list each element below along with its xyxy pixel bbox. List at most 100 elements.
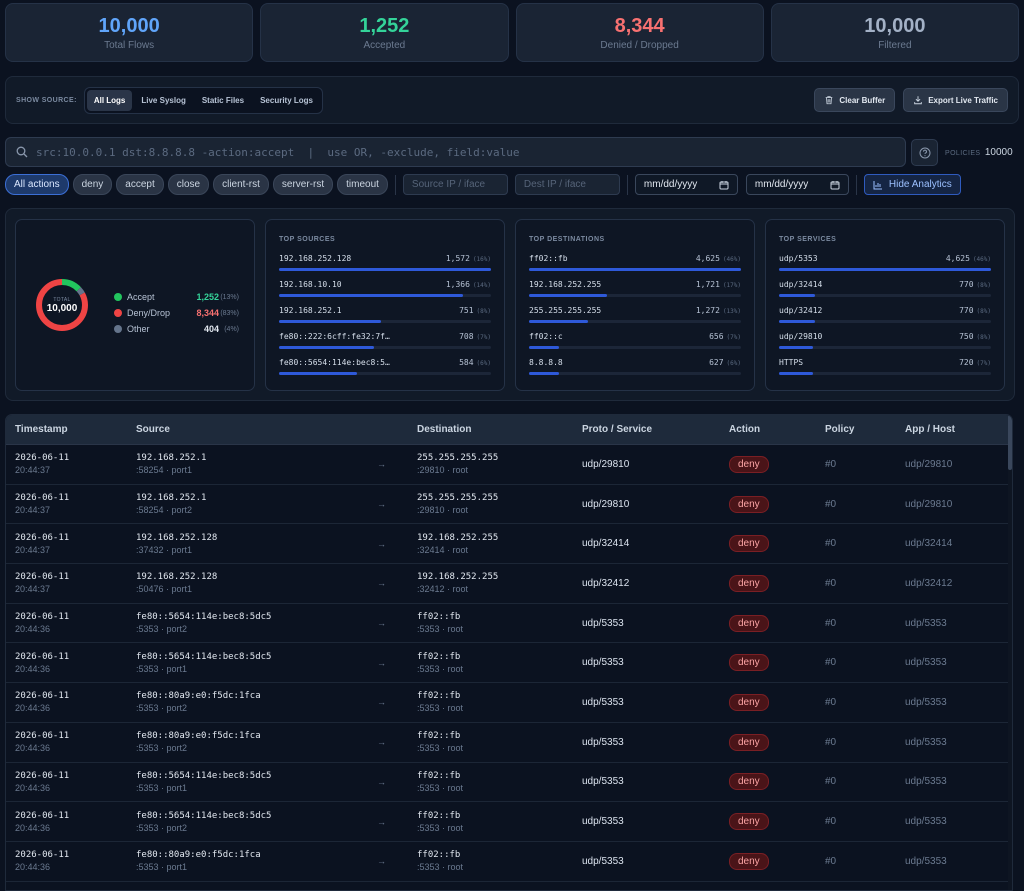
segment-all-logs[interactable]: All Logs: [86, 89, 133, 111]
chip-accept[interactable]: accept: [116, 174, 164, 195]
row-time: 20:44:37: [15, 584, 51, 595]
cell-source: fe80::80a9:e0:f5dc:1fca:5353 · port1: [127, 849, 368, 873]
date-to-input[interactable]: mm/dd/yyyy: [745, 174, 849, 195]
row-bar-fill: [779, 346, 813, 349]
cell-proto: udp/5353: [582, 736, 624, 748]
row-source-ip: 192.168.252.1: [136, 453, 207, 464]
row-dest-port: :5353 · root: [417, 663, 464, 674]
legend-pct: (4%): [224, 325, 239, 333]
stat-label: Total Flows: [104, 39, 155, 51]
arrow-icon: →: [377, 459, 386, 470]
chip-all-actions[interactable]: All actions: [5, 174, 69, 195]
row-time: 20:44:37: [15, 544, 51, 555]
row-pct: (46%): [972, 256, 991, 263]
cell-app-host: udp/29810: [905, 498, 953, 510]
top-list-row[interactable]: 192.168.252.128 1,572 (16%): [279, 254, 491, 276]
segment-static-files[interactable]: Static Files: [195, 90, 251, 111]
header-timestamp[interactable]: Timestamp: [6, 424, 127, 435]
cell-destination: ff02::fb:5353 · root: [408, 770, 573, 794]
row-source-port: :58254 · port1: [136, 465, 193, 476]
top-list-row[interactable]: fe80::222:6cff:fe32:7f… 708 (7%): [279, 332, 491, 354]
cell-source: fe80::80a9:e0:f5dc:1fca:5353 · port2: [127, 730, 368, 754]
header-policy[interactable]: Policy: [816, 424, 896, 435]
top-list-row[interactable]: ff02::c 656 (7%): [529, 332, 741, 354]
cell-proto: udp/5353: [582, 617, 624, 629]
action-badge: deny: [729, 773, 769, 791]
top-list-row[interactable]: fe80::5654:114e:bec8:5… 584 (6%): [279, 358, 491, 380]
row-dest-ip: 255.255.255.255: [417, 493, 499, 504]
top-list-row[interactable]: udp/32412 770 (8%): [779, 306, 991, 328]
row-bar-fill: [529, 268, 741, 271]
top-list-row[interactable]: udp/29810 750 (8%): [779, 332, 991, 354]
help-button[interactable]: [911, 139, 938, 166]
source-ip-input[interactable]: [402, 174, 508, 195]
header-app-host[interactable]: App / Host: [896, 424, 1012, 435]
header-source[interactable]: Source: [127, 424, 368, 435]
cell-source: fe80::80a9:e0:f5dc:1fca:5353 · port2: [127, 690, 368, 714]
date-from-input[interactable]: mm/dd/yyyy: [634, 174, 738, 195]
table-row[interactable]: 2026-06-11 20:44:36 fe80::80a9:e0:f5dc:1fc…: [6, 842, 1012, 882]
table-row[interactable]: 2026-06-11 20:44:36 fe80::80a9:e0:f5dc:1fc…: [6, 723, 1012, 763]
clear-buffer-button[interactable]: Clear Buffer: [814, 88, 896, 112]
action-donut: TOTAL 10,000: [35, 278, 89, 332]
table-row[interactable]: 2026-06-11 20:44:36 fe80::80a9:e0:f5dc:1fc…: [6, 683, 1012, 723]
row-pct: (6%): [726, 360, 741, 367]
row-bar-track: [529, 346, 741, 349]
table-scrollbar[interactable]: [1008, 415, 1012, 890]
row-date: 2026-06-11: [15, 612, 70, 623]
card-title: TOP SOURCES: [279, 236, 336, 243]
chip-client-rst[interactable]: client-rst: [213, 174, 269, 195]
dest-ip-input[interactable]: [514, 174, 620, 195]
source-bar: SHOW SOURCE: All Logs Live Syslog Static…: [5, 76, 1019, 124]
table-row[interactable]: 2026-06-11 20:44:36 fe80::5654:114e:bec8:5…: [6, 802, 1012, 842]
arrow-icon: →: [377, 578, 386, 589]
top-list-row[interactable]: 192.168.252.1 751 (8%): [279, 306, 491, 328]
chip-deny[interactable]: deny: [72, 174, 113, 195]
table-row[interactable]: 2026-06-11 20:44:36 fe80::5654:114e:bec8:5…: [6, 604, 1012, 644]
row-count-value: 751: [459, 306, 474, 315]
table-row[interactable]: 2026-06-11 20:44:36 fe80::5654:114e:bec8:5…: [6, 643, 1012, 684]
top-list-row[interactable]: 255.255.255.255 1,272 (13%): [529, 306, 741, 328]
row-count: 708 (7%): [459, 332, 491, 341]
table-row[interactable]: 2026-06-11 20:44:37 192.168.252.128:37432 …: [6, 524, 1012, 565]
table-row[interactable]: 2026-06-11 20:44:37 192.168.252.1:58254 · …: [6, 445, 1012, 485]
table-row[interactable]: 2026-06-11 20:44:37 192.168.252.1:58254 · …: [6, 485, 1012, 525]
top-list-row[interactable]: 8.8.8.8 627 (6%): [529, 358, 741, 380]
top-list-row[interactable]: ff02::fb 4,625 (46%): [529, 254, 741, 276]
row-date: 2026-06-11: [15, 691, 70, 702]
row-source-port: :37432 · port1: [136, 544, 193, 555]
calendar-icon: [719, 180, 729, 189]
table-row[interactable]: 2026-06-11 20:44:37 192.168.252.128:50476 …: [6, 564, 1012, 604]
row-dest-ip: 255.255.255.255: [417, 453, 499, 464]
row-name: ff02::fb: [529, 254, 568, 263]
policies-count: POLICIES 10000: [945, 147, 1013, 158]
row-bar-fill: [279, 346, 375, 349]
top-list-row[interactable]: 192.168.10.10 1,366 (14%): [279, 280, 491, 302]
top-list-row[interactable]: 192.168.252.255 1,721 (17%): [529, 280, 741, 302]
segment-live-syslog[interactable]: Live Syslog: [134, 90, 192, 111]
top-list-row[interactable]: udp/32414 770 (8%): [779, 280, 991, 302]
search-input[interactable]: [36, 145, 905, 159]
header-destination[interactable]: Destination: [408, 424, 573, 435]
row-source-ip: fe80::80a9:e0:f5dc:1fca: [136, 731, 261, 742]
table-row[interactable]: 2026-06-11 20:44:36 fe80::5654:114e:bec8:5…: [6, 763, 1012, 803]
cell-destination: ff02::fb:5353 · root: [408, 810, 573, 834]
top-list-row[interactable]: udp/5353 4,625 (46%): [779, 254, 991, 276]
chip-server-rst[interactable]: server-rst: [272, 174, 334, 195]
cell-app-host: udp/5353: [905, 776, 947, 788]
scrollbar-thumb[interactable]: [1008, 415, 1012, 470]
row-name: 8.8.8.8: [529, 358, 563, 367]
header-proto-service[interactable]: Proto / Service: [573, 424, 720, 435]
chip-timeout[interactable]: timeout: [337, 174, 388, 195]
stat-label: Filtered: [878, 39, 912, 51]
legend-name: Deny/Drop: [127, 308, 171, 318]
header-action[interactable]: Action: [720, 424, 816, 435]
hide-analytics-button[interactable]: Hide Analytics: [863, 174, 961, 195]
row-date: 2026-06-11: [15, 770, 70, 781]
segment-security-logs[interactable]: Security Logs: [253, 90, 320, 111]
row-source-port: :5353 · port1: [136, 862, 188, 873]
download-icon: [914, 96, 922, 105]
top-list-row[interactable]: HTTPS 720 (7%): [779, 358, 991, 380]
export-live-traffic-button[interactable]: Export Live Traffic: [903, 88, 1008, 112]
chip-close[interactable]: close: [167, 174, 210, 195]
